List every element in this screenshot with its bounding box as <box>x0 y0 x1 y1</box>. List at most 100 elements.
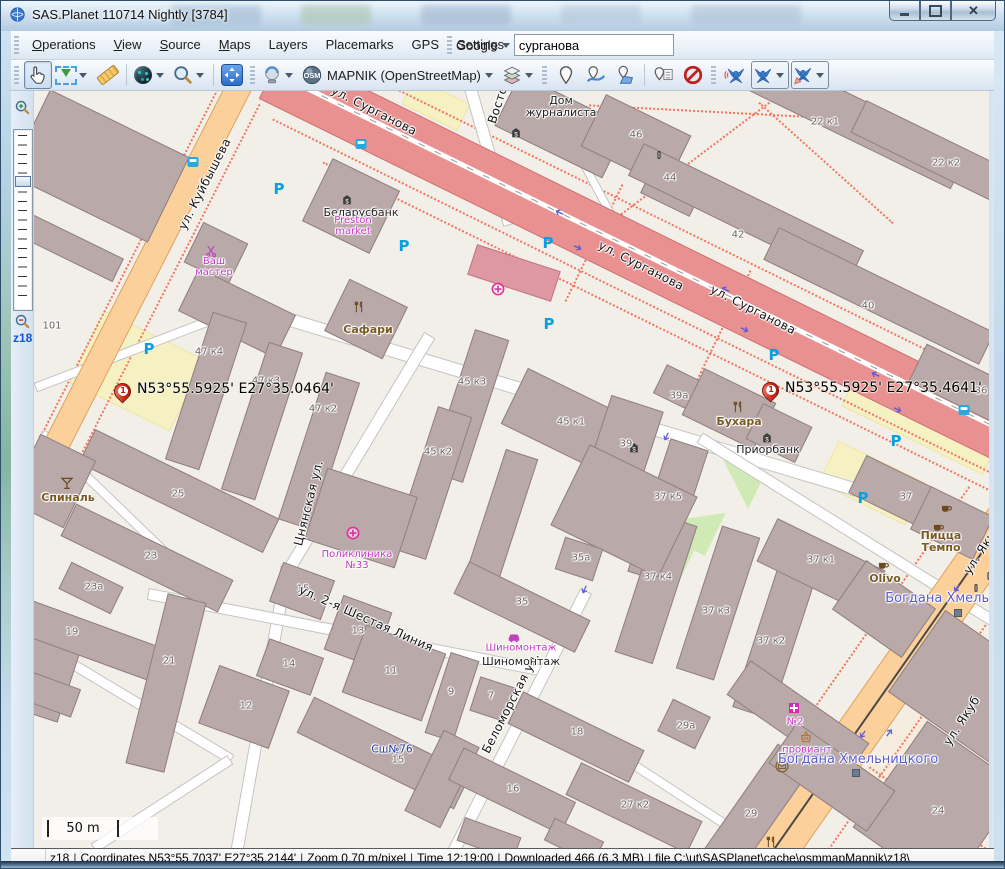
placemark-pin[interactable]: 1 <box>113 382 133 412</box>
minimize-button[interactable] <box>889 1 920 21</box>
menu-item-placemarks[interactable]: Placemarks <box>317 33 403 56</box>
poi-label: Сафари <box>343 324 392 336</box>
map-canvas[interactable]: 50 m PPPPPPPP$$$$ул. Сургановаул. Сурган… <box>34 91 989 848</box>
chevron-down-icon[interactable] <box>485 73 493 82</box>
menubar-gripper[interactable] <box>14 36 19 54</box>
fullscreen-button[interactable] <box>218 61 246 89</box>
add-placemark-button[interactable] <box>552 61 580 89</box>
toolbar-group <box>11 60 247 90</box>
building-number: 42 <box>732 231 745 242</box>
toolbar-gripper[interactable] <box>14 66 19 84</box>
search-gripper[interactable] <box>447 36 452 54</box>
goto-button[interactable] <box>131 61 169 89</box>
title-bar[interactable]: SAS.Planet 110714 Nightly [3784] ✕ <box>1 1 1004 31</box>
window-title: SAS.Planet 110714 Nightly [3784] <box>32 7 228 22</box>
chevron-down-icon[interactable] <box>196 73 204 82</box>
toolbar-gripper[interactable] <box>542 66 547 84</box>
poi-label: Бухара <box>716 416 761 428</box>
building-number: 22 к2 <box>932 159 960 170</box>
hide-placemarks-button[interactable] <box>679 61 707 89</box>
window-border-bottom <box>1 861 1004 868</box>
layers-menu-button[interactable] <box>500 61 538 89</box>
building-number: 16 <box>507 785 520 796</box>
selection-manager-button[interactable] <box>54 61 92 89</box>
menu-item-gps[interactable]: GPS <box>403 33 448 56</box>
add-path-button[interactable] <box>582 61 610 89</box>
cup-icon <box>940 500 953 513</box>
building-number: 13 <box>352 627 365 638</box>
search-engine-selector[interactable]: Google <box>456 38 498 53</box>
maximize-button[interactable] <box>920 1 951 21</box>
placemark-manager-button[interactable] <box>649 61 677 89</box>
search-input[interactable] <box>514 34 674 56</box>
zoom-slider[interactable] <box>13 129 33 311</box>
chevron-down-icon[interactable] <box>79 73 87 82</box>
building-number: 19 <box>66 628 79 639</box>
building-number: 11 <box>385 667 398 678</box>
toolbar-gripper[interactable] <box>711 66 716 84</box>
toolbar-gripper[interactable] <box>250 66 255 84</box>
building-number: 14 <box>283 660 296 671</box>
building-number: 47 к2 <box>309 405 337 416</box>
taskbar-glass-blob <box>691 5 801 25</box>
chevron-down-icon[interactable] <box>525 73 533 82</box>
menu-item-operations[interactable]: Operations <box>23 33 105 56</box>
chevron-down-icon[interactable] <box>502 43 510 52</box>
menu-item-view[interactable]: View <box>105 33 151 56</box>
building-number: 18 <box>571 728 584 739</box>
menu-item-layers[interactable]: Layers <box>260 33 317 56</box>
zoom-slider-handle[interactable] <box>15 176 31 187</box>
placemark-pin[interactable]: 1 <box>761 381 781 411</box>
menu-item-source[interactable]: Source <box>151 33 210 56</box>
chevron-down-icon[interactable] <box>816 73 824 82</box>
satred-icon <box>792 64 814 86</box>
menu-item-maps[interactable]: Maps <box>210 33 260 56</box>
parking-icon: P <box>544 316 555 332</box>
measure-distance-button[interactable] <box>94 61 122 89</box>
map-building <box>125 593 206 772</box>
close-button[interactable]: ✕ <box>951 1 996 21</box>
gps-track-button[interactable] <box>721 61 749 89</box>
poi-label: Сш№76 <box>371 744 412 755</box>
map-building <box>457 817 522 848</box>
zoom-in-icon[interactable] <box>14 99 31 116</box>
add-polygon-button[interactable] <box>612 61 640 89</box>
search-box: Google <box>444 31 674 59</box>
bank-icon: $ <box>510 125 523 138</box>
toolbar-group <box>539 60 708 90</box>
placemark-label: N53°55.5925' E27°35.0464' <box>137 381 334 397</box>
gps-connect-button[interactable] <box>751 61 789 89</box>
building-number: 37 к3 <box>702 607 730 618</box>
bus-stop-icon <box>356 139 367 149</box>
zoom-out-icon[interactable] <box>14 313 31 330</box>
chevron-down-icon[interactable] <box>156 73 164 82</box>
bank-icon: $ <box>341 192 354 205</box>
map-source-button[interactable] <box>260 61 298 89</box>
gps-options-button[interactable] <box>791 61 829 89</box>
car-icon <box>507 629 521 643</box>
chevron-down-icon[interactable] <box>776 73 784 82</box>
placemark-label: N53°55.5925' E27°35.4641' <box>785 380 982 396</box>
zoom-slider-ticks <box>18 135 27 303</box>
poi-label: Olivo <box>869 573 901 585</box>
poi-label: Богдана Хмельницк <box>885 592 989 606</box>
pan-tool-button[interactable] <box>24 61 52 89</box>
bus-stop-icon <box>188 157 199 167</box>
active-map-label: MAPNIK (OpenStreetMap) <box>327 68 481 83</box>
toolbar-separator <box>644 64 645 86</box>
parking-icon: P <box>543 235 554 251</box>
taskbar-glass-blob <box>561 5 641 25</box>
building-number: 23 <box>145 552 158 563</box>
bank-icon: $ <box>761 430 774 443</box>
active-map-button[interactable]: OSMMAPNIK (OpenStreetMap) <box>300 61 498 89</box>
building-number: 15 <box>392 756 405 767</box>
crosscircle-icon <box>346 526 361 541</box>
zoom-tool-button[interactable] <box>171 61 209 89</box>
scale-text: 50 m <box>47 820 119 837</box>
pinroute-icon <box>585 64 607 86</box>
parking-icon: P <box>769 347 780 363</box>
ruler-icon <box>97 64 119 86</box>
building-number: 9 <box>448 688 454 699</box>
chevron-down-icon[interactable] <box>285 73 293 82</box>
map-building <box>544 818 604 848</box>
